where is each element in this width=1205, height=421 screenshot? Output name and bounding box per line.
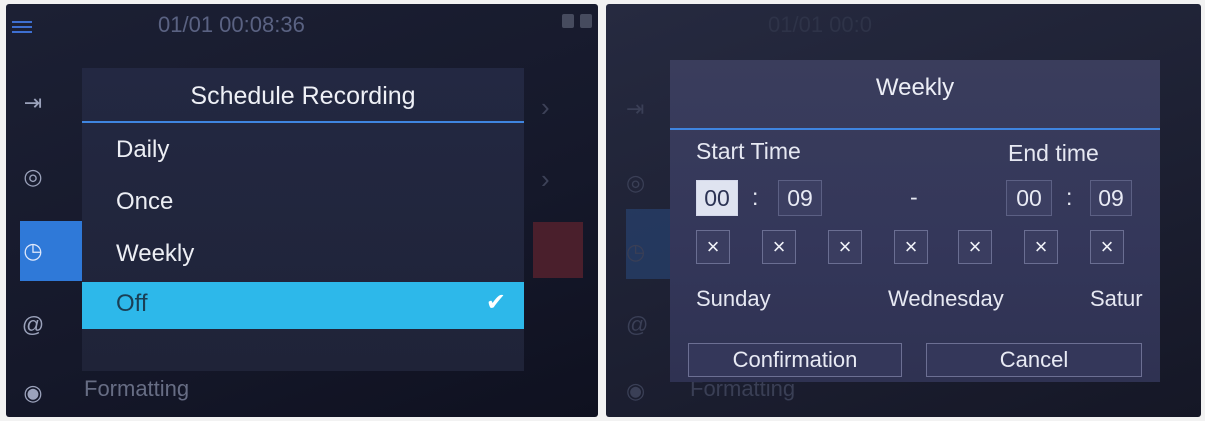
weekly-dialog: Weekly Start Time End time 00 : 09 - 00 … [670, 60, 1160, 382]
day-label-saturday: Satur [1090, 286, 1143, 311]
clock-icon[interactable]: ◷ [626, 239, 645, 265]
start-hour-field[interactable]: 00 [696, 180, 738, 216]
format-icon[interactable]: ◉ [20, 380, 46, 406]
at-icon[interactable]: @ [626, 312, 648, 338]
option-label: Daily [116, 136, 170, 163]
schedule-recording-dialog: Schedule Recording Daily Once Weekly Off… [82, 68, 524, 371]
day-label-wednesday: Wednesday [888, 286, 1004, 311]
day-checkbox-thursday[interactable]: × [958, 230, 992, 264]
option-label: Off [116, 290, 148, 317]
option-once[interactable]: Once [82, 180, 524, 226]
end-minute-field[interactable]: 09 [1090, 180, 1132, 216]
checkmark-icon: ✔ [485, 289, 506, 316]
cancel-button[interactable]: Cancel [926, 343, 1142, 377]
colon: : [752, 184, 759, 210]
day-checkbox-saturday[interactable]: × [1090, 230, 1124, 264]
schedule-screen: 01/01 00:08:36 ⇥ ◎ ◷ @ ◉ › › Formatting … [6, 4, 598, 417]
day-checkbox-monday[interactable]: × [762, 230, 796, 264]
chevron-right-icon: › [541, 92, 550, 122]
day-checkbox-sunday[interactable]: × [696, 230, 730, 264]
option-label: Weekly [116, 240, 195, 267]
day-checkbox-tuesday[interactable]: × [828, 230, 862, 264]
day-label-sunday: Sunday [696, 286, 771, 311]
dialog-title: Weekly [875, 74, 955, 101]
start-time-label: Start Time [696, 138, 801, 164]
datetime: 01/01 00:0 [768, 12, 872, 37]
dialog-title: Schedule Recording [190, 82, 416, 110]
option-off[interactable]: Off ✔ [82, 282, 524, 329]
divider [82, 121, 524, 123]
option-weekly[interactable]: Weekly [82, 232, 524, 278]
end-time-label: End time [1008, 140, 1099, 166]
weekly-screen: 01/01 00:0 ⇥ ◎ ◷ @ ◉ Formatting Weekly S… [606, 4, 1201, 417]
day-checkbox-friday[interactable]: × [1024, 230, 1058, 264]
divider [670, 128, 1160, 130]
format-icon[interactable]: ◉ [626, 378, 645, 404]
datetime: 01/01 00:08:36 [158, 12, 305, 37]
chevron-right-icon: › [541, 164, 550, 194]
option-daily[interactable]: Daily [82, 128, 524, 174]
input-icon[interactable]: ⇥ [626, 96, 644, 122]
storage-icon[interactable]: ◎ [626, 170, 645, 196]
menu-icon[interactable] [12, 18, 32, 38]
option-label: Once [116, 188, 174, 215]
formatting-menu-item[interactable]: Formatting [84, 376, 189, 402]
range-dash: - [910, 184, 918, 210]
end-hour-field[interactable]: 00 [1006, 180, 1052, 216]
input-icon[interactable]: ⇥ [20, 90, 46, 116]
start-minute-field[interactable]: 09 [778, 180, 822, 216]
clock-icon[interactable]: ◷ [20, 238, 46, 264]
storage-icon[interactable]: ◎ [20, 164, 46, 190]
day-checkbox-wednesday[interactable]: × [894, 230, 928, 264]
top-bar: 01/01 00:08:36 [6, 4, 598, 50]
confirmation-button[interactable]: Confirmation [688, 343, 902, 377]
status-icon [562, 14, 574, 28]
background-highlight [533, 222, 583, 278]
colon: : [1066, 184, 1073, 210]
at-icon[interactable]: @ [20, 312, 46, 338]
battery-icon [580, 14, 592, 28]
